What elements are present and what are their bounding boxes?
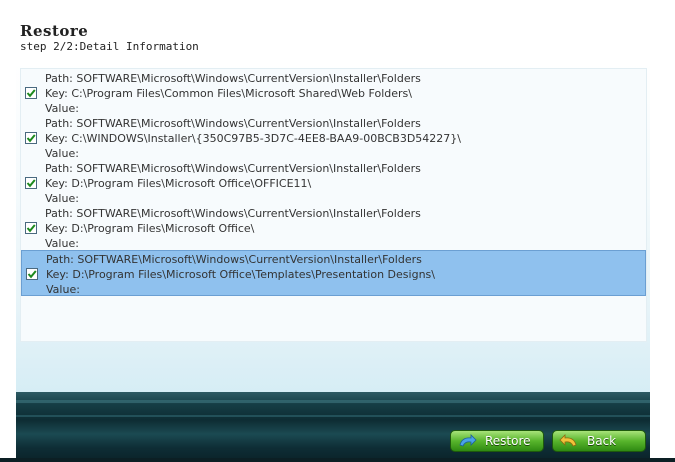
checkmark-icon [26, 224, 36, 233]
restore-button-label: Restore [485, 434, 531, 448]
entry-value: Value: [45, 147, 79, 160]
header: Restore step 2/2:Detail Information [0, 0, 675, 62]
entry-path: Path: SOFTWARE\Microsoft\Windows\Current… [45, 207, 421, 220]
restore-button[interactable]: Restore [450, 430, 544, 452]
footer-stripe [16, 400, 650, 403]
entry-value: Value: [45, 192, 79, 205]
entry-checkbox[interactable] [25, 132, 37, 144]
entry-value: Value: [45, 237, 79, 250]
back-button-label: Back [587, 434, 617, 448]
entry-key: Key: D:\Program Files\Microsoft Office\O… [45, 177, 312, 190]
entry-key: Key: D:\Program Files\Microsoft Office\T… [46, 268, 435, 281]
list-item[interactable]: Path: SOFTWARE\Microsoft\Windows\Current… [21, 205, 646, 250]
step-subtitle: step 2/2:Detail Information [20, 40, 199, 53]
list-item[interactable]: Path: SOFTWARE\Microsoft\Windows\Current… [21, 115, 646, 160]
entry-key: Key: D:\Program Files\Microsoft Office\ [45, 222, 255, 235]
restore-entry-list[interactable]: Path: SOFTWARE\Microsoft\Windows\Current… [20, 68, 647, 342]
back-arrow-icon [559, 434, 577, 447]
checkmark-icon [26, 179, 36, 188]
entry-value: Value: [46, 283, 80, 296]
checkmark-icon [26, 134, 36, 143]
back-button[interactable]: Back [552, 430, 646, 452]
list-item[interactable]: Path: SOFTWARE\Microsoft\Windows\Current… [21, 70, 646, 115]
footer-stripe [16, 415, 650, 417]
checkmark-icon [26, 89, 36, 98]
checkmark-icon [27, 270, 37, 279]
restore-arrow-icon [459, 434, 477, 447]
page-title: Restore [20, 22, 89, 40]
entry-key: Key: C:\WINDOWS\Installer\{350C97B5-3D7C… [45, 132, 461, 145]
entry-checkbox[interactable] [25, 177, 37, 189]
entry-path: Path: SOFTWARE\Microsoft\Windows\Current… [45, 162, 421, 175]
list-item[interactable]: Path: SOFTWARE\Microsoft\Windows\Current… [21, 160, 646, 205]
entry-value: Value: [45, 102, 79, 115]
entry-checkbox[interactable] [25, 222, 37, 234]
entry-checkbox[interactable] [25, 87, 37, 99]
entry-path: Path: SOFTWARE\Microsoft\Windows\Current… [45, 117, 421, 130]
entry-key: Key: C:\Program Files\Common Files\Micro… [45, 87, 412, 100]
entry-path: Path: SOFTWARE\Microsoft\Windows\Current… [45, 72, 421, 85]
entry-checkbox[interactable] [26, 268, 38, 280]
window-bottom-edge [0, 458, 675, 462]
list-item-selected[interactable]: Path: SOFTWARE\Microsoft\Windows\Current… [21, 250, 646, 296]
entry-path: Path: SOFTWARE\Microsoft\Windows\Current… [46, 253, 422, 266]
